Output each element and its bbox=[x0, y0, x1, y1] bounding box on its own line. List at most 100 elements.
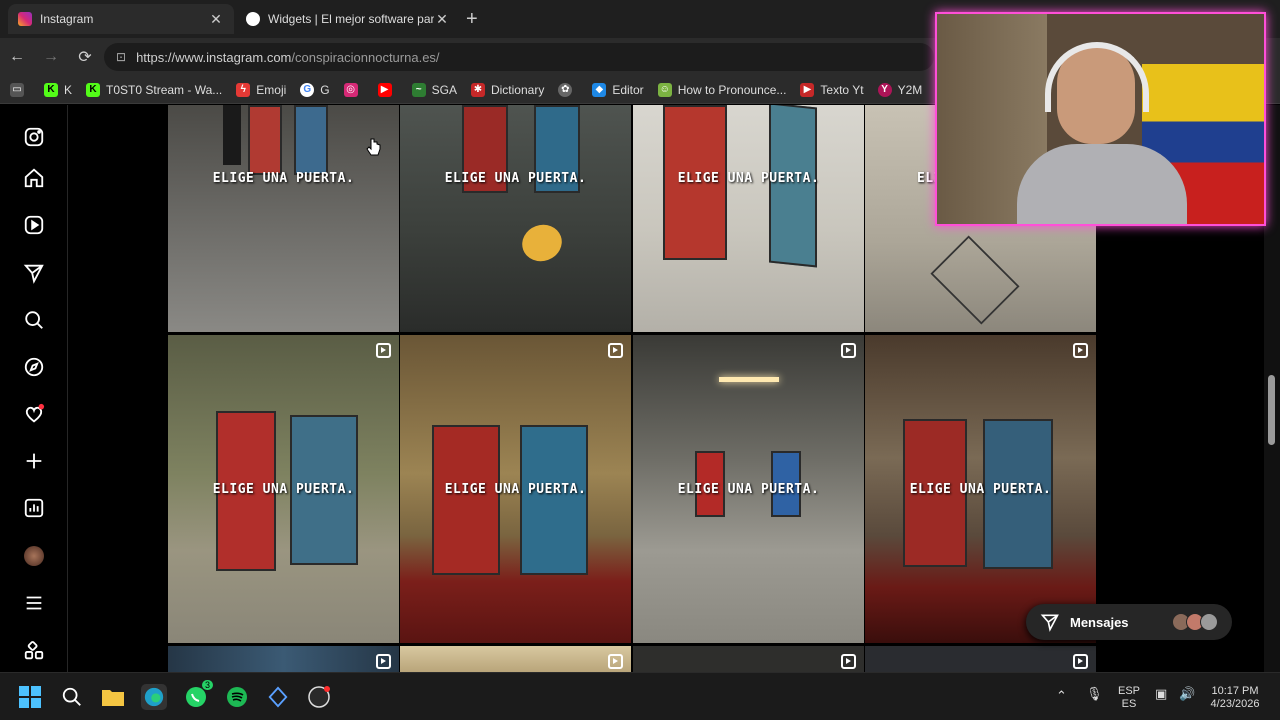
obs-icon[interactable] bbox=[306, 684, 332, 710]
reel-icon bbox=[608, 654, 623, 669]
volume-icon[interactable]: 🔊 bbox=[1179, 687, 1195, 700]
reels-icon[interactable] bbox=[22, 213, 46, 237]
notifications-icon[interactable] bbox=[22, 402, 46, 426]
menu-icon[interactable] bbox=[22, 591, 46, 615]
post-tile[interactable] bbox=[168, 646, 399, 672]
bookmark-item[interactable]: ▶ Texto Yt bbox=[800, 82, 864, 97]
tab-widgets[interactable]: Widgets | El mejor software para p ✕ bbox=[236, 4, 460, 34]
bookmark-label: T0ST0 Stream - Wa... bbox=[106, 82, 223, 97]
clock[interactable]: 10:17 PM 4/23/2026 bbox=[1204, 685, 1266, 711]
red-door bbox=[432, 425, 500, 575]
post-tile[interactable]: ELIGE UNA PUERTA. bbox=[400, 105, 631, 332]
profile-avatar[interactable] bbox=[22, 544, 46, 568]
start-button[interactable] bbox=[17, 684, 43, 710]
messages-icon bbox=[1040, 614, 1059, 632]
bookmark-label: How to Pronounce... bbox=[677, 82, 787, 97]
post-tile[interactable] bbox=[865, 646, 1096, 672]
language-indicator[interactable]: ESP ES bbox=[1116, 685, 1142, 711]
tab-instagram[interactable]: Instagram ✕ bbox=[8, 4, 234, 34]
bookmark-item[interactable]: ◆ Editor bbox=[592, 82, 644, 97]
pronounce-icon: ☺ bbox=[657, 82, 672, 97]
instagram-logo-icon[interactable] bbox=[22, 125, 46, 149]
figure bbox=[223, 105, 241, 165]
post-tile[interactable]: ELIGE UNA PUERTA. bbox=[400, 335, 631, 643]
page-scrollbar[interactable] bbox=[1264, 105, 1280, 672]
messages-button[interactable]: Mensajes bbox=[1026, 604, 1232, 640]
streamer-body bbox=[1017, 144, 1187, 224]
post-tile[interactable] bbox=[633, 646, 864, 672]
bookmark-item[interactable]: ▶ bbox=[377, 82, 398, 97]
date: 4/23/2026 bbox=[1210, 698, 1260, 710]
spotify-icon[interactable] bbox=[224, 684, 250, 710]
home-icon[interactable] bbox=[22, 166, 46, 190]
reel-icon bbox=[1073, 654, 1088, 669]
new-tab-button[interactable]: + bbox=[466, 8, 478, 31]
bookmark-label: Y2M bbox=[897, 82, 923, 97]
network-icon[interactable]: ▣ bbox=[1155, 687, 1167, 700]
reel-icon bbox=[841, 654, 856, 669]
search-icon[interactable] bbox=[59, 684, 85, 710]
blue-door bbox=[520, 425, 588, 575]
post-tile[interactable]: ELIGE UNA PUERTA. bbox=[168, 335, 399, 643]
language-code: ESP bbox=[1117, 685, 1140, 697]
forward-button[interactable]: → bbox=[34, 48, 68, 66]
microphone-icon[interactable]: 🎙 bbox=[1086, 687, 1103, 700]
bookmark-item[interactable]: ~ SGA bbox=[411, 82, 457, 97]
bookmark-label: K bbox=[64, 82, 73, 97]
bookmark-label: Dictionary bbox=[490, 82, 545, 97]
bookmark-item[interactable]: ✿ bbox=[558, 82, 578, 97]
post-caption: ELIGE UNA PUERTA. bbox=[444, 171, 587, 186]
bookmark-item[interactable]: GG bbox=[300, 82, 330, 97]
messages-label: Mensajes bbox=[1070, 614, 1129, 630]
apps-icon: ▭ bbox=[10, 82, 24, 97]
also-from-meta-icon[interactable] bbox=[22, 639, 46, 663]
edge-icon[interactable] bbox=[141, 684, 167, 710]
post-tile[interactable] bbox=[400, 646, 631, 672]
floor-pattern bbox=[930, 235, 1020, 325]
kick-icon: K bbox=[86, 82, 101, 97]
close-tab-icon[interactable]: ✕ bbox=[434, 11, 450, 28]
app-icon[interactable] bbox=[265, 684, 291, 710]
close-tab-icon[interactable]: ✕ bbox=[208, 11, 224, 28]
url-host: https://www.instagram.com bbox=[136, 49, 292, 65]
bookmark-item[interactable]: ◎ bbox=[343, 82, 364, 97]
sga-icon: ~ bbox=[411, 82, 426, 97]
create-icon[interactable] bbox=[22, 449, 46, 473]
scrollbar-thumb[interactable] bbox=[1268, 375, 1275, 445]
url-field[interactable]: ⊡ https://www.instagram.com/conspiracion… bbox=[104, 43, 934, 71]
windows-taskbar: 3 ⌃ 🎙 ESP ES ▣ 🔊 10:17 PM 4/23/2026 bbox=[0, 672, 1280, 720]
whatsapp-icon[interactable]: 3 bbox=[183, 680, 213, 710]
dashboard-icon[interactable] bbox=[22, 496, 46, 520]
bookmark-item[interactable]: Y Y2M bbox=[877, 82, 923, 97]
widgets-icon bbox=[246, 12, 260, 26]
bookmark-item[interactable]: K T0ST0 Stream - Wa... bbox=[86, 82, 223, 97]
search-icon[interactable] bbox=[22, 308, 46, 332]
site-info-icon[interactable]: ⊡ bbox=[116, 50, 126, 64]
bookmark-item[interactable]: ϟ Emoji bbox=[236, 82, 286, 97]
instagram-icon bbox=[18, 12, 32, 26]
editor-icon: ◆ bbox=[592, 82, 607, 97]
youtube-icon: ▶ bbox=[800, 82, 815, 97]
reel-icon bbox=[841, 343, 856, 358]
post-caption: ELIGE UNA PUERTA. bbox=[212, 482, 355, 497]
notification-badge: 3 bbox=[201, 680, 213, 690]
dictionary-icon: ✱ bbox=[470, 82, 485, 97]
blue-door bbox=[294, 105, 328, 175]
explore-icon[interactable] bbox=[22, 355, 46, 379]
post-tile[interactable]: ELIGE UNA PUERTA. bbox=[865, 335, 1096, 643]
post-tile[interactable]: ELIGE UNA PUERTA. bbox=[633, 335, 864, 643]
headphones bbox=[1045, 42, 1149, 112]
back-button[interactable]: ← bbox=[0, 48, 34, 66]
messages-icon[interactable] bbox=[22, 261, 46, 285]
bookmark-apps[interactable]: ▭ bbox=[10, 82, 30, 97]
reel-icon bbox=[608, 343, 623, 358]
post-tile[interactable]: ELIGE UNA PUERTA. bbox=[168, 105, 399, 332]
bookmark-item[interactable]: ✱ Dictionary bbox=[470, 82, 545, 97]
post-tile[interactable]: ELIGE UNA PUERTA. bbox=[633, 105, 864, 332]
post-caption: ELIGE UNA PUERTA. bbox=[212, 171, 355, 186]
tray-overflow-icon[interactable]: ⌃ bbox=[1056, 689, 1067, 702]
file-explorer-icon[interactable] bbox=[100, 684, 126, 710]
reload-button[interactable]: ⟳ bbox=[68, 47, 102, 67]
bookmark-item[interactable]: KK bbox=[44, 82, 73, 97]
bookmark-item[interactable]: ☺ How to Pronounce... bbox=[657, 82, 787, 97]
